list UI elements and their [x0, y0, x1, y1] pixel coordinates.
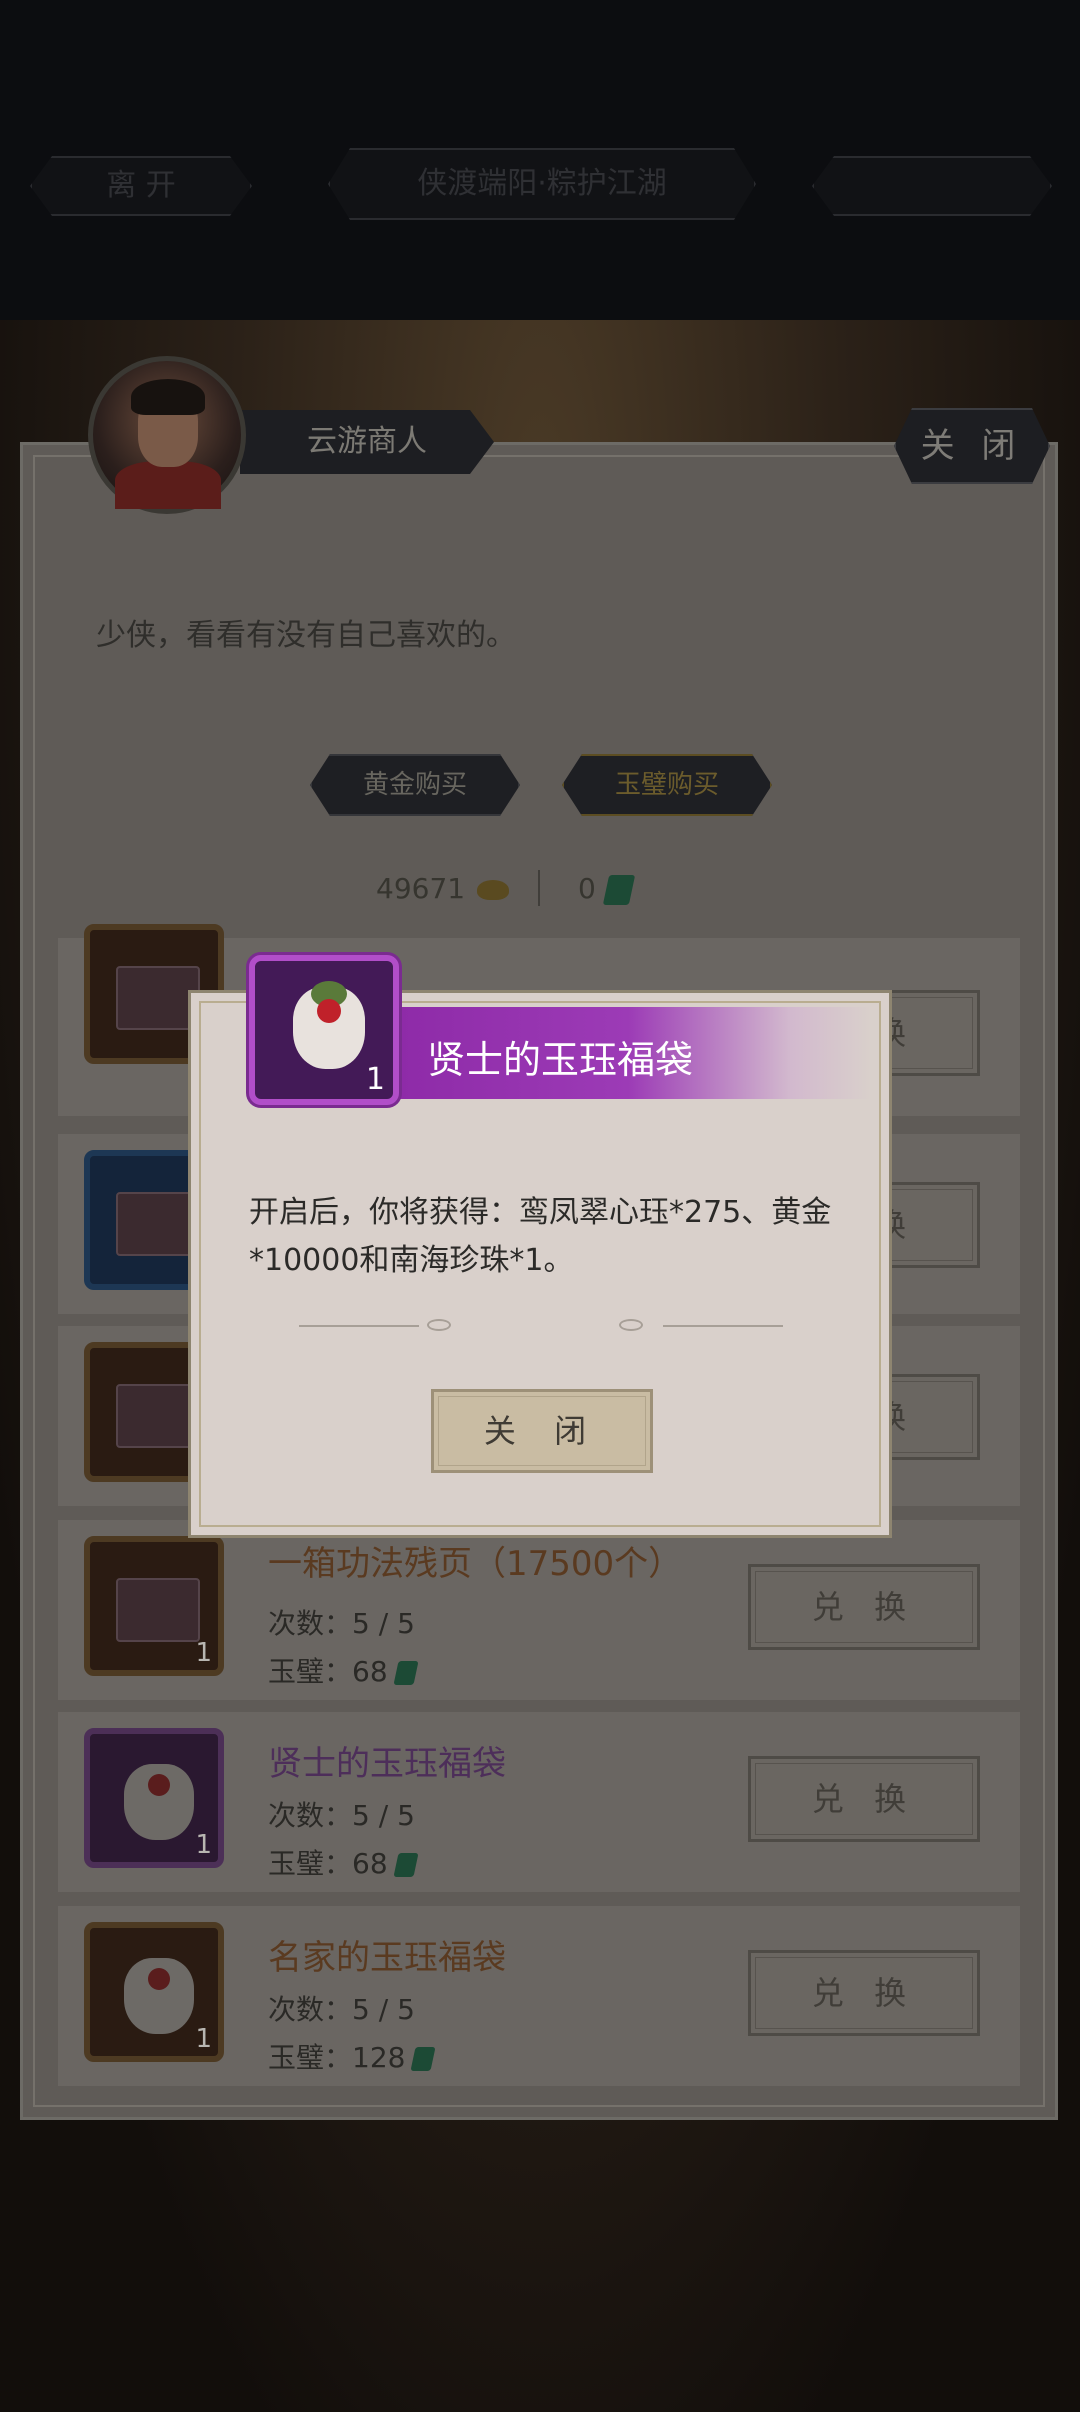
item-thumbnail[interactable]: 1: [84, 1536, 224, 1676]
avatar-hair: [131, 379, 205, 415]
list-item: 1 贤士的玉珏福袋 次数：5 / 5 玉璧：68 兑 换: [58, 1712, 1020, 1892]
item-price: 玉璧：128: [268, 2036, 437, 2076]
item-count: 1: [195, 1638, 212, 1668]
item-times: 次数：5 / 5: [268, 1988, 415, 2028]
times-value: 5 / 5: [352, 1799, 415, 1832]
list-item: 1 一箱功法残页（17500个） 次数：5 / 5 玉璧：68 兑 换: [58, 1520, 1020, 1700]
chest-icon: [116, 1578, 200, 1642]
tab-gold-purchase[interactable]: 黄金购买: [310, 754, 520, 816]
jade-balance: 0: [578, 872, 636, 905]
exchange-button[interactable]: 兑 换: [748, 1950, 980, 2036]
top-bar: 离 开 侠渡端阳·粽护江湖: [0, 0, 1080, 320]
tab-jade-purchase[interactable]: 玉璧购买: [562, 754, 772, 816]
modal-item-count: 1: [365, 1062, 385, 1097]
jade-amount: 0: [578, 872, 596, 905]
merchant-avatar: [88, 356, 246, 514]
gold-amount: 49671: [376, 872, 466, 905]
merchant-name: 云游商人: [240, 410, 494, 474]
item-detail-modal: 1 贤士的玉珏福袋 开启后，你将获得：鸾凤翠心珏*275、黄金*10000和南海…: [188, 955, 892, 1538]
price-value: 128: [352, 2041, 406, 2074]
modal-item-icon: 1: [249, 955, 399, 1105]
item-thumbnail[interactable]: 1: [84, 1728, 224, 1868]
merchant-greeting: 少侠，看看有没有自己喜欢的。: [96, 618, 516, 653]
price-label: 玉璧：: [268, 1847, 353, 1880]
jade-bi-icon: [410, 2047, 437, 2071]
price-label: 玉璧：: [268, 1655, 353, 1688]
item-title: 贤士的玉珏福袋: [268, 1744, 506, 1784]
list-item: 1 名家的玉珏福袋 次数：5 / 5 玉璧：128 兑 换: [58, 1906, 1020, 2086]
item-count: 1: [195, 1830, 212, 1860]
lucky-bag-icon: [293, 981, 365, 1069]
times-value: 5 / 5: [352, 1993, 415, 2026]
lucky-bag-icon: [124, 1764, 194, 1840]
avatar-robe: [115, 461, 221, 509]
jade-bi-icon: [602, 875, 636, 905]
jade-bi-icon: [393, 1853, 419, 1877]
event-banner[interactable]: 侠渡端阳·粽护江湖: [328, 148, 756, 220]
item-title: 名家的玉珏福袋: [268, 1938, 506, 1978]
modal-description: 开启后，你将获得：鸾凤翠心珏*275、黄金*10000和南海珍珠*1。: [249, 1195, 832, 1278]
times-value: 5 / 5: [352, 1607, 415, 1640]
modal-close-button[interactable]: 关 闭: [431, 1389, 653, 1473]
jade-bi-icon: [393, 1661, 419, 1685]
item-price: 玉璧：68: [268, 1842, 419, 1882]
divider-ornament-right: [663, 1325, 783, 1327]
top-right-button[interactable]: [812, 156, 1052, 216]
times-label: 次数：: [268, 1607, 353, 1640]
gold-balance: 49671: [376, 872, 510, 905]
item-count: 1: [195, 2024, 212, 2054]
panel-close-button[interactable]: 关 闭: [894, 408, 1050, 484]
item-thumbnail[interactable]: 1: [84, 1922, 224, 2062]
modal-title: 贤士的玉珏福袋: [427, 1038, 694, 1082]
divider-ornament-left-scroll: [427, 1319, 451, 1331]
item-times: 次数：5 / 5: [268, 1602, 415, 1642]
lucky-bag-icon: [124, 1958, 194, 2034]
divider-ornament-right-scroll: [619, 1319, 643, 1331]
item-times: 次数：5 / 5: [268, 1794, 415, 1834]
currency-divider: [538, 870, 540, 906]
times-label: 次数：: [268, 1993, 353, 2026]
price-label: 玉璧：: [268, 2041, 353, 2074]
exchange-button[interactable]: 兑 换: [748, 1564, 980, 1650]
price-value: 68: [352, 1655, 388, 1688]
item-title: 一箱功法残页（17500个）: [268, 1544, 683, 1584]
exchange-button[interactable]: 兑 换: [748, 1756, 980, 1842]
leave-button[interactable]: 离 开: [30, 156, 252, 216]
gold-ingot-icon: [477, 880, 510, 900]
divider-ornament-left: [299, 1325, 419, 1327]
times-label: 次数：: [268, 1799, 353, 1832]
price-value: 68: [352, 1847, 388, 1880]
item-price: 玉璧：68: [268, 1650, 419, 1690]
